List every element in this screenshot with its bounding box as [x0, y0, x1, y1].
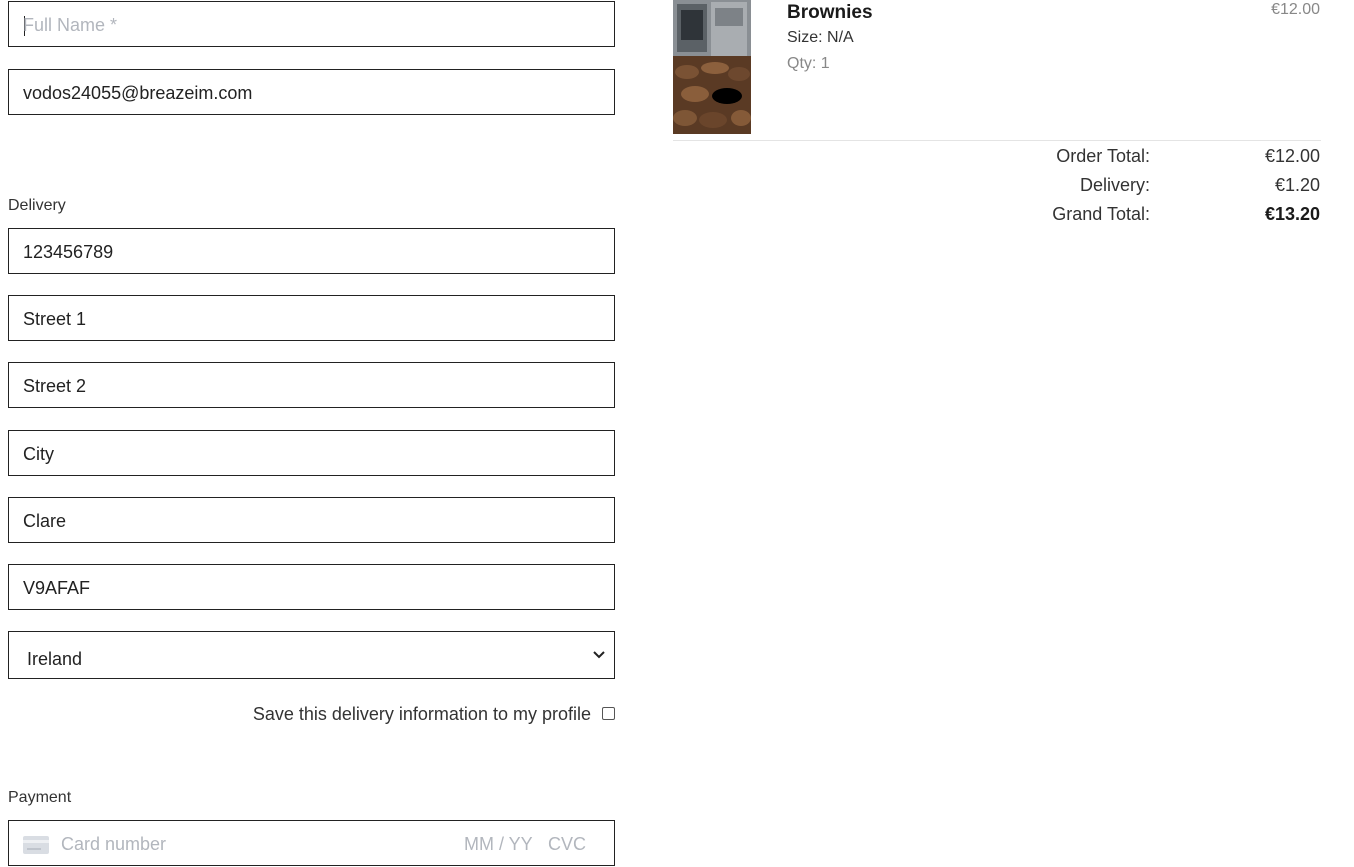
- country-value: Ireland: [27, 649, 83, 669]
- product-name: Brownies: [787, 2, 873, 23]
- street1-field[interactable]: Street 1: [8, 295, 615, 341]
- grand-total-value: €13.20: [1264, 204, 1320, 224]
- delivery-heading: Delivery: [8, 197, 66, 214]
- county-field[interactable]: Clare: [8, 497, 615, 543]
- email-value: vodos24055@breazeim.com: [23, 83, 253, 103]
- phone-field[interactable]: 123456789: [8, 228, 615, 274]
- product-price: €12.00: [1271, 1, 1320, 18]
- save-info-label: Save this delivery information to my pro…: [252, 704, 591, 724]
- order-total-value: €12.00: [1264, 146, 1320, 166]
- save-info-checkbox[interactable]: [602, 707, 615, 720]
- card-element[interactable]: Card number MM / YY CVC: [8, 820, 615, 866]
- street2-field[interactable]: Street 2: [8, 362, 615, 408]
- card-cvc-placeholder: CVC: [548, 834, 587, 854]
- street2-value: Street 2: [23, 376, 87, 396]
- grand-total-label: Grand Total:: [1052, 204, 1150, 224]
- product-size: Size: N/A: [787, 29, 854, 46]
- card-expiry-placeholder: MM / YY: [464, 834, 533, 854]
- payment-heading: Payment: [8, 789, 72, 806]
- email-field[interactable]: vodos24055@breazeim.com: [8, 69, 615, 115]
- card-number-placeholder: Card number: [61, 834, 167, 854]
- save-info-row: Save this delivery information to my pro…: [8, 701, 615, 727]
- chevron-down-icon: [593, 651, 605, 659]
- street1-value: Street 1: [23, 309, 87, 329]
- full-name-placeholder: Full Name *: [23, 15, 118, 35]
- delivery-cost-value: €1.20: [1274, 175, 1320, 195]
- county-value: Clare: [23, 511, 67, 531]
- city-field[interactable]: City: [8, 430, 615, 476]
- credit-card-icon: [23, 836, 49, 854]
- country-select[interactable]: Ireland: [8, 631, 615, 679]
- product-image: [673, 0, 751, 134]
- delivery-cost-label: Delivery:: [1079, 175, 1150, 195]
- postcode-field[interactable]: V9AFAF: [8, 564, 615, 610]
- product-qty: Qty: 1: [787, 55, 830, 72]
- phone-value: 123456789: [23, 242, 114, 262]
- order-total-label: Order Total:: [1056, 146, 1150, 166]
- city-value: City: [23, 444, 54, 464]
- full-name-field[interactable]: Full Name *: [8, 1, 615, 47]
- postcode-value: V9AFAF: [23, 578, 91, 598]
- summary-divider: [673, 140, 1321, 141]
